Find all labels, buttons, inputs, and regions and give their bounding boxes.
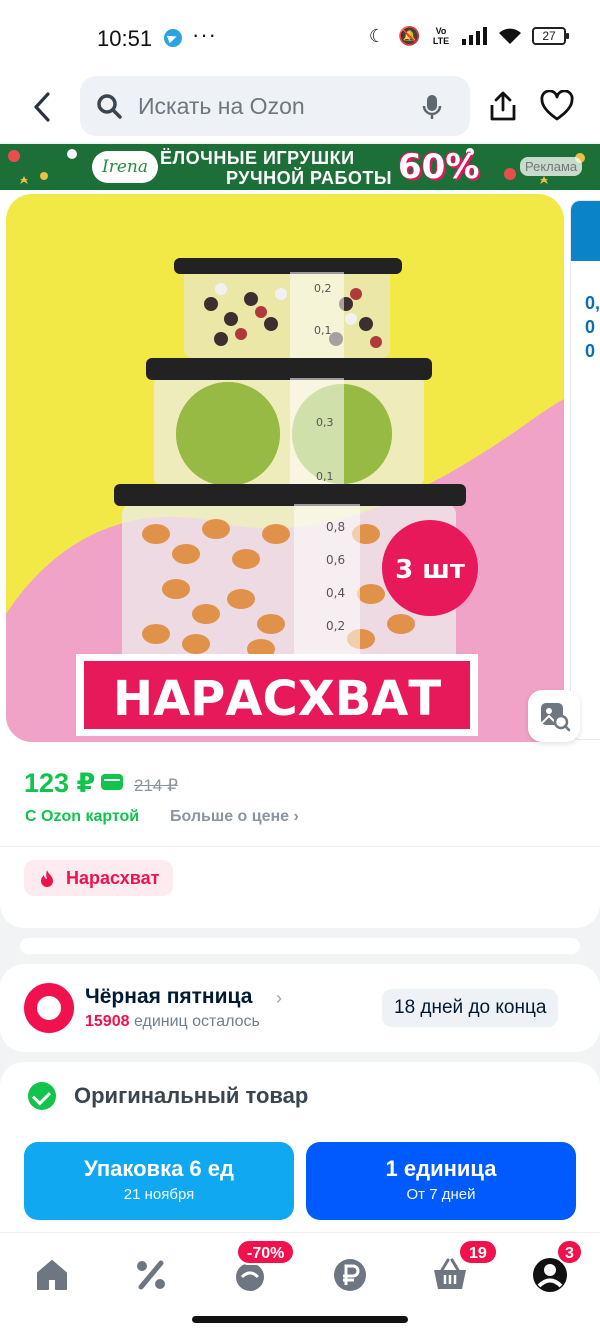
cart-badge: 19 bbox=[458, 1239, 498, 1265]
share-icon[interactable] bbox=[488, 90, 518, 122]
more-about-price-link[interactable]: Больше о цене › bbox=[170, 808, 299, 826]
promo-ring-icon bbox=[24, 983, 74, 1033]
search-placeholder: Искать на Ozon bbox=[138, 93, 305, 119]
promo-title: Чёрная пятница bbox=[85, 985, 253, 1008]
search-icon bbox=[97, 94, 122, 119]
divider bbox=[0, 846, 600, 847]
image-search-icon bbox=[541, 703, 571, 732]
current-price: 123 ₽ bbox=[24, 768, 96, 798]
product-illustration: 0,2 0,1 0,3 0,1 0,8 0,6 0,4 0,2 3 шт НАР… bbox=[6, 258, 564, 742]
ad-banner[interactable]: Irena ЁЛОЧНЫЕ ИГРУШКИ РУЧНОЙ РАБОТЫ 60% … bbox=[0, 144, 600, 190]
volte-icon: Vo LTE bbox=[432, 26, 450, 46]
battery-icon: 27 bbox=[532, 27, 569, 45]
scale-mark: 0,1 bbox=[314, 324, 332, 337]
hot-badge-label: Нарасхват bbox=[66, 868, 160, 888]
chevron-right-icon: › bbox=[276, 988, 282, 1008]
sale-badge: -70% bbox=[236, 1239, 296, 1265]
home-indicator bbox=[192, 1316, 408, 1323]
search-bar[interactable]: Искать на Ozon bbox=[80, 76, 470, 136]
product-gallery: 0,2 0,1 0,3 0,1 0,8 0,6 0,4 0,2 3 шт НАР… bbox=[0, 190, 600, 760]
status-time: 10:51 bbox=[97, 26, 153, 51]
scale-mark: 0,6 bbox=[326, 553, 345, 567]
collapsed-section bbox=[20, 938, 580, 954]
microphone-icon[interactable] bbox=[422, 94, 442, 120]
scale-mark: 0,2 bbox=[326, 619, 345, 633]
button-title: Упаковка 6 ед bbox=[84, 1156, 234, 1181]
hot-badge[interactable]: Нарасхват bbox=[24, 860, 174, 896]
price-section: 123 ₽ 214 ₽ С Ozon картой Больше о цене … bbox=[0, 760, 600, 928]
moon-icon: ☾ bbox=[368, 26, 386, 46]
button-subtitle: 21 ноября bbox=[123, 1186, 195, 1203]
units-left-count: 15908 bbox=[85, 1013, 130, 1030]
units-left: 15908 единиц осталось bbox=[85, 1013, 260, 1031]
scale-mark: 0,4 bbox=[326, 586, 345, 600]
profile-badge: 3 bbox=[556, 1239, 583, 1265]
days-left-badge: 18 дней до конца bbox=[382, 989, 559, 1027]
ozon-card-icon bbox=[101, 774, 123, 790]
banner-brand-logo: Irena bbox=[92, 151, 158, 183]
favorite-heart-icon[interactable] bbox=[540, 90, 574, 122]
product-image[interactable]: 0,2 0,1 0,3 0,1 0,8 0,6 0,4 0,2 3 шт НАР… bbox=[6, 194, 564, 742]
scale-mark: 0,2 bbox=[314, 282, 332, 295]
button-title: 1 единица bbox=[385, 1156, 497, 1181]
check-icon bbox=[28, 1082, 56, 1110]
wifi-icon bbox=[499, 28, 521, 44]
scale-mark: 0,8 bbox=[326, 520, 345, 534]
banner-line2: РУЧНОЙ РАБОТЫ bbox=[226, 168, 393, 188]
black-friday-promo[interactable]: Чёрная пятница › 15908 единиц осталось 1… bbox=[0, 964, 600, 1052]
ozon-card-label: С Ozon картой bbox=[25, 808, 140, 825]
product-slogan: НАРАСХВАТ bbox=[113, 671, 442, 727]
percent-icon[interactable] bbox=[131, 1255, 171, 1295]
preview-header bbox=[571, 201, 600, 261]
ruble-icon[interactable] bbox=[330, 1255, 370, 1295]
scale-mark: 0,1 bbox=[316, 470, 334, 483]
units-left-label: единиц осталось bbox=[133, 1013, 260, 1030]
banner-line1: ЁЛОЧНЫЕ ИГРУШКИ bbox=[160, 148, 355, 168]
preview-text: 0, bbox=[585, 293, 600, 313]
home-icon[interactable] bbox=[32, 1255, 72, 1295]
mute-bell-icon: 🔕 bbox=[398, 26, 421, 46]
button-subtitle: От 7 дней bbox=[406, 1186, 476, 1203]
header: Искать на Ozon bbox=[0, 76, 600, 142]
back-arrow-icon[interactable] bbox=[28, 90, 58, 124]
preview-text: 0 bbox=[585, 341, 596, 361]
visual-search-button[interactable] bbox=[528, 690, 580, 742]
pack-6-button[interactable]: Упаковка 6 ед 21 ноября bbox=[24, 1142, 294, 1220]
old-price: 214 ₽ bbox=[134, 776, 178, 795]
quantity-badge: 3 шт bbox=[395, 555, 465, 585]
ad-label: Реклама bbox=[520, 157, 583, 176]
preview-text: 0 bbox=[585, 317, 596, 337]
original-product-label: Оригинальный товар bbox=[74, 1083, 309, 1108]
scale-mark: 0,3 bbox=[316, 416, 334, 429]
single-unit-button[interactable]: 1 единица От 7 дней bbox=[306, 1142, 576, 1220]
status-bar: 10:51 ··· ☾ 🔕 Vo LTE 27 bbox=[0, 0, 600, 76]
flame-icon bbox=[41, 870, 53, 887]
next-image-preview[interactable]: 0, 0 0 bbox=[570, 200, 600, 740]
banner-discount: 60% bbox=[398, 147, 480, 187]
signal-icon bbox=[462, 27, 487, 45]
more-notifications-icon: ··· bbox=[192, 22, 217, 47]
telegram-icon bbox=[164, 29, 182, 47]
